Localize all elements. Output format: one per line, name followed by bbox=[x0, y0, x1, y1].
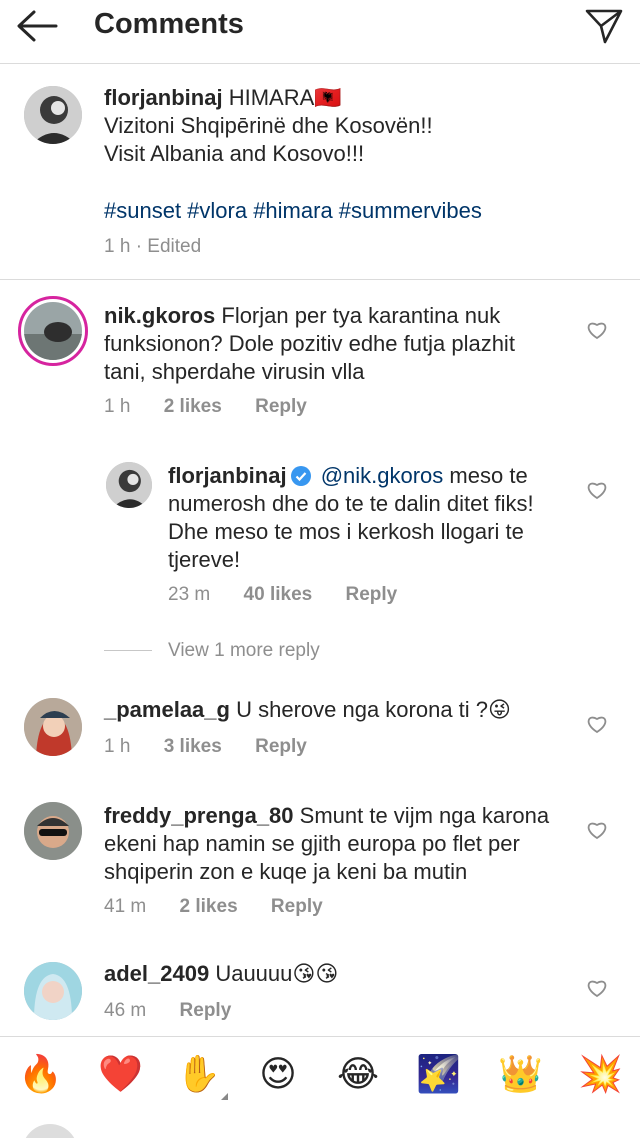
skin-tone-indicator-icon bbox=[221, 1093, 228, 1100]
tears-of-joy-emoji-icon[interactable]: 😂 bbox=[336, 1053, 380, 1097]
comment-text: adel_2409 Uauuuu😘😘 bbox=[104, 960, 584, 988]
like-heart-icon[interactable] bbox=[586, 820, 608, 840]
comment-username[interactable]: freddy_prenga_80 bbox=[104, 803, 294, 828]
caption-line-1: HIMARA🇦🇱 bbox=[228, 85, 342, 110]
comment-username[interactable]: nik.gkoros bbox=[104, 303, 215, 328]
avatar[interactable] bbox=[24, 802, 82, 860]
shooting-star-emoji-icon[interactable]: 🌠 bbox=[416, 1053, 461, 1097]
comment-likes[interactable]: 2 likes bbox=[164, 396, 222, 417]
comment-likes[interactable]: 3 likes bbox=[164, 736, 222, 757]
comment-body-line: Smunt te vijm nga karona bbox=[299, 803, 550, 828]
view-more-replies[interactable]: View 1 more reply bbox=[104, 640, 320, 662]
comment-time: 46 m bbox=[104, 1000, 147, 1021]
reply-button[interactable]: Reply bbox=[271, 896, 323, 917]
comment-time: 41 m bbox=[104, 896, 147, 917]
comment-body-line: Uauuuu😘😘 bbox=[215, 961, 339, 986]
comment-body-line: meso te bbox=[449, 463, 528, 488]
like-heart-icon[interactable] bbox=[586, 714, 608, 734]
comment-body-line: Florjan per tya karantina nuk bbox=[221, 303, 501, 328]
caption-line-3: Visit Albania and Kosovo!!! bbox=[104, 141, 365, 166]
comment-body-line: shqiperin zon e kuqe ja keni ba mutin bbox=[104, 859, 468, 884]
comment-body-line: Dhe meso te mos i kerkosh llogari te bbox=[168, 519, 524, 544]
header-bar: Comments bbox=[0, 0, 640, 64]
comment-likes[interactable]: 2 likes bbox=[180, 896, 238, 917]
reply-button[interactable]: Reply bbox=[345, 584, 397, 605]
view-more-label: View 1 more reply bbox=[168, 640, 320, 661]
comment-body-line: numerosh dhe do te te dalin ditet fiks! bbox=[168, 491, 534, 516]
current-user-avatar bbox=[22, 1124, 78, 1138]
comment-meta: 23 m 40 likes Reply bbox=[168, 584, 425, 606]
fire-emoji-icon[interactable]: 🔥 bbox=[18, 1053, 63, 1097]
comment-meta: 1 h 2 likes Reply bbox=[104, 396, 335, 418]
avatar[interactable] bbox=[24, 86, 82, 144]
caption-username[interactable]: florjanbinaj bbox=[104, 85, 223, 110]
comment-body-line: ekeni hap namin se gjith europa po flet … bbox=[104, 831, 520, 856]
avatar[interactable] bbox=[24, 698, 82, 756]
avatar[interactable] bbox=[18, 296, 88, 366]
comment-body-line: tani, shperdahe virusin vlla bbox=[104, 359, 365, 384]
avatar[interactable] bbox=[106, 462, 152, 508]
heart-emoji-icon[interactable]: ❤️ bbox=[98, 1053, 143, 1097]
like-heart-icon[interactable] bbox=[586, 978, 608, 998]
reply-button[interactable]: Reply bbox=[255, 736, 307, 757]
like-heart-icon[interactable] bbox=[586, 480, 608, 500]
direct-share-icon[interactable] bbox=[584, 6, 624, 46]
comment-meta: 41 m 2 likes Reply bbox=[104, 896, 351, 918]
caption-time: 1 h · Edited bbox=[104, 236, 202, 257]
comment-body-line: funksionon? Dole pozitiv edhe futja plaz… bbox=[104, 331, 515, 356]
comment-likes[interactable]: 40 likes bbox=[244, 584, 313, 605]
divider bbox=[104, 650, 152, 652]
comment-text: florjanbinaj @nik.gkoros meso te numeros… bbox=[168, 462, 578, 574]
comment-text: nik.gkoros Florjan per tya karantina nuk… bbox=[104, 302, 584, 386]
comment-meta: 1 h 3 likes Reply bbox=[104, 736, 335, 758]
comment-username[interactable]: adel_2409 bbox=[104, 961, 209, 986]
back-arrow-icon[interactable] bbox=[14, 6, 60, 46]
comment-body-line: tjereve! bbox=[168, 547, 241, 572]
heart-eyes-emoji-icon[interactable]: 😍 bbox=[256, 1053, 300, 1097]
avatar[interactable] bbox=[24, 962, 82, 1020]
comment-time: 1 h bbox=[104, 736, 131, 757]
comment-text: freddy_prenga_80 Smunt te vijm nga karon… bbox=[104, 802, 584, 886]
comment-meta: 46 m Reply bbox=[104, 1000, 259, 1022]
collision-emoji-icon[interactable]: 💥 bbox=[578, 1053, 623, 1097]
comment-username[interactable]: florjanbinaj bbox=[168, 463, 287, 488]
page-title: Comments bbox=[94, 8, 244, 40]
reply-button[interactable]: Reply bbox=[180, 1000, 232, 1021]
verified-badge-icon bbox=[290, 466, 311, 486]
emoji-quick-bar: 🔥 ❤️ ✋ 😍 😂 🌠 👑 💥 bbox=[0, 1036, 640, 1120]
reply-button[interactable]: Reply bbox=[255, 396, 307, 417]
caption-hashtags[interactable]: #sunset #vlora #himara #summervibes bbox=[104, 198, 482, 224]
caption-text: florjanbinaj HIMARA🇦🇱 Vizitoni Shqipērin… bbox=[104, 84, 624, 168]
caption-line-2: Vizitoni Shqipērinë dhe Kosovën!! bbox=[104, 113, 433, 138]
post-caption: florjanbinaj HIMARA🇦🇱 Vizitoni Shqipērin… bbox=[0, 64, 640, 280]
comment-username[interactable]: _pamelaa_g bbox=[104, 697, 230, 722]
like-heart-icon[interactable] bbox=[586, 320, 608, 340]
comment-text: _pamelaa_g U sherove nga korona ti ?😜 bbox=[104, 696, 584, 724]
mention-link[interactable]: @nik.gkoros bbox=[321, 463, 444, 488]
comment-time: 1 h bbox=[104, 396, 131, 417]
raised-hand-emoji-icon[interactable]: ✋ bbox=[176, 1053, 221, 1097]
comment-body-line: U sherove nga korona ti ?😜 bbox=[236, 697, 511, 722]
comment-time: 23 m bbox=[168, 584, 211, 605]
crown-emoji-icon[interactable]: 👑 bbox=[498, 1053, 543, 1097]
